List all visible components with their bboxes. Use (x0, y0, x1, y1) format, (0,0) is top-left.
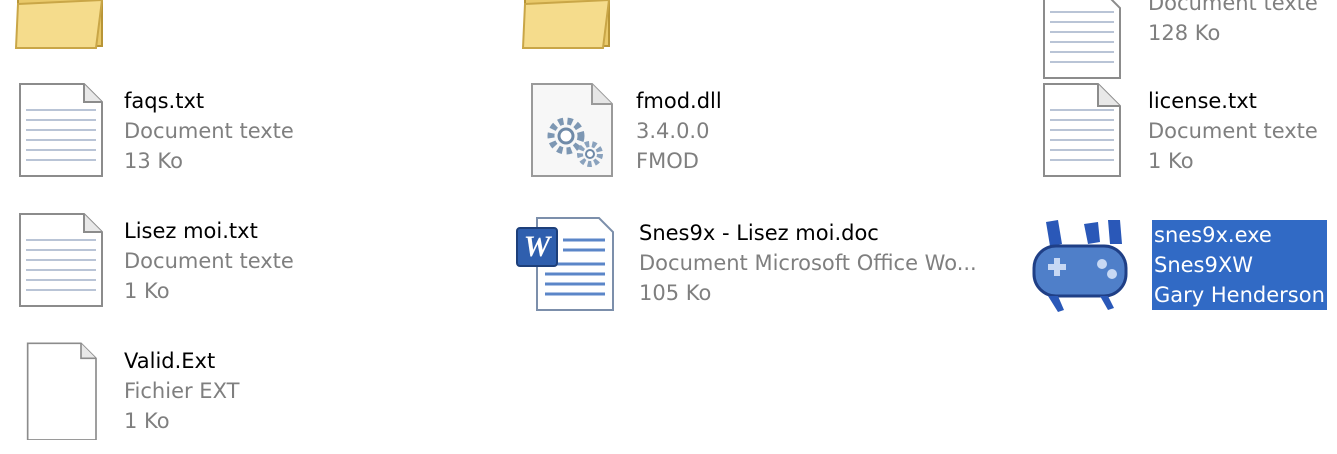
text-file-icon (16, 80, 116, 180)
file-item-lisez-moi[interactable]: Lisez moi.txt Document texte 1 Ko (16, 210, 436, 320)
file-item-rom[interactable]: rom (517, 0, 937, 66)
text-file-icon (1040, 0, 1140, 82)
folder-icon (517, 0, 617, 56)
svg-text:W: W (524, 230, 553, 263)
file-item-img[interactable]: img (10, 0, 430, 66)
file-type: Document texte (1148, 0, 1318, 15)
file-type: Document Microsoft Office Wo... (639, 251, 977, 275)
text-file-icon (16, 210, 116, 310)
file-name: Lisez moi.txt (124, 219, 258, 243)
file-size: 1 Ko (1148, 149, 1194, 173)
word-document-icon: W (515, 212, 615, 312)
file-name: Snes9x - Lisez moi.doc (639, 221, 879, 245)
file-name: faqs.txt (124, 89, 205, 113)
file-name: license.txt (1148, 89, 1257, 113)
file-description: Snes9XW (1154, 253, 1254, 277)
file-item-faqs[interactable]: faqs.txt Document texte 13 Ko (16, 80, 436, 190)
dll-gear-icon (528, 80, 628, 180)
file-item-snes9x-exe[interactable]: snes9x.exe Snes9XW Gary Henderson (1028, 214, 1337, 324)
gamepad-icon (1028, 214, 1128, 314)
file-name: snes9x.exe (1154, 223, 1272, 247)
file-type: Document texte (124, 119, 294, 143)
file-type: Document texte (1148, 119, 1318, 143)
file-company: FMOD (636, 149, 699, 173)
file-size: 13 Ko (124, 149, 183, 173)
blank-file-icon (16, 340, 116, 440)
folder-icon (10, 0, 110, 56)
file-type: Document texte (124, 249, 294, 273)
file-size: 105 Ko (639, 281, 712, 305)
file-name: Valid.Ext (124, 349, 216, 373)
text-file-icon (1040, 80, 1140, 180)
file-item-snes9x-doc[interactable]: W Snes9x - Lisez moi.doc Document Micros… (515, 212, 977, 322)
file-item-license[interactable]: license.txt Document texte 1 Ko (1040, 80, 1337, 190)
file-item-document-top[interactable]: Document texte 128 Ko (1040, 0, 1337, 92)
file-size: 1 Ko (124, 409, 170, 433)
file-type: Fichier EXT (124, 379, 240, 403)
file-company: Gary Henderson (1154, 283, 1325, 307)
file-size: 1 Ko (124, 279, 170, 303)
file-item-valid-ext[interactable]: Valid.Ext Fichier EXT 1 Ko (16, 340, 436, 450)
file-size: 128 Ko (1148, 21, 1221, 45)
file-item-fmod[interactable]: fmod.dll 3.4.0.0 FMOD (528, 80, 948, 190)
file-version: 3.4.0.0 (636, 119, 710, 143)
file-name: fmod.dll (636, 89, 722, 113)
